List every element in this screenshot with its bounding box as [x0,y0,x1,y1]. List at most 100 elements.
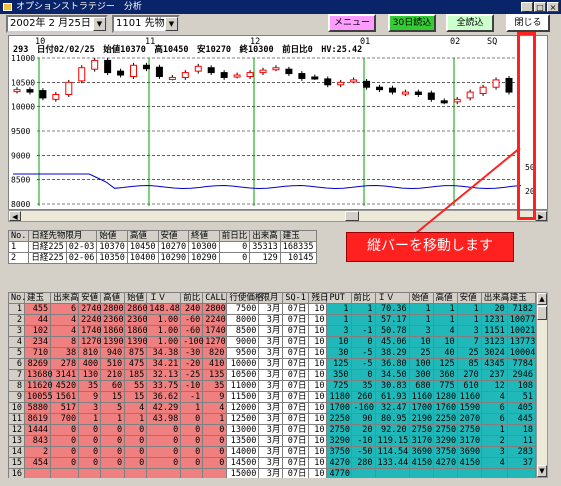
options-row[interactable]: 15 454 0 0 0 0 0 0 0 14500 3月 07日 10 4270 280 133.44 415… [8,457,536,469]
futures-column-header[interactable]: 出来高 [249,230,281,242]
options-row[interactable]: 7 13680 3141 130 210 185 32.13 -25 135 10500 3月 07日… [8,369,536,381]
futures-cell: 10450 [126,241,159,253]
options-cell: 10500 [226,369,260,381]
options-cell: 1 [180,402,204,414]
options-cell: 07日 [282,380,310,392]
options-cell [78,468,102,478]
options-row[interactable]: 14 2 0 0 0 0 0 0 0 14000 3月 07日 10 3750 -50 114.54 3690 3… [8,446,536,458]
options-column-header[interactable]: 高値 [432,292,458,304]
options-row[interactable]: 4 234 8 1270 1390 1390 1.00 -100 1270 9000 3月 07日 10… [8,336,536,348]
futures-column-header[interactable]: 安値 [157,230,190,242]
futures-row[interactable]: 1 日経225 02-03 10370 10450 10270 10300 0 35313 168… [7,241,317,253]
options-row[interactable]: 3 102 4 1740 1860 1860 1.00 -60 1740 8500 3月 07日 10 3… [8,325,536,337]
options-cell: 3170 [408,435,434,447]
options-column-header[interactable]: 前比 [350,292,376,304]
options-cell: 4 [480,391,508,403]
options-cell: 10 [308,358,328,370]
options-cell: 0 [100,457,126,469]
options-row[interactable]: 9 10055 1561 9 15 15 36.62 -1 9 11500 3月 07日 10 1180 2… [8,391,536,403]
options-cell: 3月 [258,325,284,337]
options-column-header[interactable]: ＩＶ [374,292,410,304]
futures-column-header[interactable]: 前日比 [218,230,251,242]
futures-cell: 10400 [126,252,159,264]
futures-row[interactable]: 2 日経225 02-06 10350 10400 10290 10290 0 129 10145 [7,252,317,264]
options-row[interactable]: 8 11620 4520 35 60 55 33.75 -10 35 11000 3月 07日 10 72… [8,380,536,392]
futures-cell: 35313 [249,241,281,253]
options-column-header[interactable]: 出来高 [480,292,509,304]
options-row[interactable]: 2 44 4 2240 2360 2360 1.00 -60 2240 8000 3月 07日 10 1 1… [8,314,536,326]
scroll-down-arrow[interactable]: ▼ [537,465,547,477]
options-cell: 0 [78,424,102,436]
options-column-header[interactable]: 安値 [456,292,482,304]
options-column-header[interactable]: 始値 [408,292,434,304]
options-cell: 4770 [326,468,352,478]
options-cell: 10 [308,325,328,337]
options-cell: 20 [480,303,508,315]
options-column-header[interactable]: 出来高 [50,292,80,304]
options-column-header[interactable]: SQ-1 [282,292,310,304]
options-row[interactable]: 6 8269 278 400 510 475 34.21 -20 410 10000 3月 07日 10… [8,358,536,370]
options-row[interactable]: 11 8619 700 1 1 1 43.98 0 1 12500 3月 07日 10 2250 90 80.… [8,413,536,425]
options-row[interactable]: 13 843 0 0 0 0 0 0 0 13500 3月 07日 10 3290 -10 119.15 317… [8,435,536,447]
options-column-header[interactable]: 安値 [78,292,102,304]
options-cell: 3123 [480,336,508,348]
options-column-header[interactable]: 前比 [180,292,204,304]
options-vertical-scrollbar[interactable]: ▲ ▼ [536,292,548,478]
futures-column-header[interactable]: 日経先物限月 [28,230,98,242]
options-cell: -5 [350,358,376,370]
options-cell: 445 [506,413,536,425]
options-cell: 510 [100,358,126,370]
options-cell [408,468,434,478]
options-column-header[interactable]: CALL [202,292,228,304]
options-cell: 1 [350,303,376,315]
options-cell: 12 [480,380,508,392]
futures-column-header[interactable]: 終値 [188,230,220,242]
options-cell: 1700 [408,402,434,414]
futures-cell: 0 [218,241,251,253]
futures-cell: 168335 [279,241,317,253]
options-cell: 2240 [78,314,102,326]
scroll-up-arrow[interactable]: ▲ [537,293,547,305]
options-row[interactable]: 10 5880 517 3 5 4 42.29 1 4 12000 3月 07日 10 1700 -160 3… [8,402,536,414]
options-column-header[interactable]: 始値 [124,292,148,304]
options-cell: 454 [24,457,52,469]
options-cell: 11 [8,413,26,425]
options-cell: 44 [24,314,52,326]
options-cell: 10077 [506,314,536,326]
options-cell: 10 [308,435,328,447]
options-column-header[interactable]: 高値 [100,292,126,304]
futures-column-header[interactable]: No. [7,230,30,242]
options-cell: 10 [308,347,328,359]
options-row[interactable]: 12 1444 0 0 0 0 0 0 0 13000 3月 07日 10 2750 20 92.20 2750… [8,424,536,436]
futures-column-header[interactable]: 高値 [126,230,159,242]
options-cell: 57.17 [374,314,410,326]
options-cell: 07日 [282,369,310,381]
options-cell: 725 [326,380,352,392]
options-column-header[interactable]: 残日 [308,292,328,304]
options-column-header[interactable]: ＩＶ [146,292,182,304]
options-cell: 1 [8,303,26,315]
options-cell: 1 [456,303,482,315]
options-cell: 34.38 [146,347,182,359]
options-column-header[interactable]: No. [8,292,26,304]
options-cell: 4345 [480,358,508,370]
options-column-header[interactable]: 行使価格 [226,292,263,304]
options-row[interactable]: 1 455 6 2740 2800 2860 148.48 240 2800 7500 3月 07日 1… [8,303,536,315]
options-cell: 2360 [100,314,126,326]
options-column-header[interactable]: 建玉 [506,292,536,304]
options-row[interactable]: 16 15000 3月 07日 10 4770 [8,468,536,478]
scroll-thumb[interactable] [537,306,547,320]
futures-cell: 02-03 [65,241,98,253]
options-cell: 14500 [226,457,260,469]
futures-column-header[interactable]: 建玉 [279,230,317,242]
options-column-header[interactable]: 建玉 [24,292,52,304]
futures-column-header[interactable]: 始値 [96,230,128,242]
options-cell: 25 [456,347,482,359]
options-cell: 38 [50,347,80,359]
futures-cell: 10145 [279,252,317,264]
futures-cell: 0 [218,252,251,264]
options-column-header[interactable]: PUT [326,292,352,304]
options-column-header[interactable]: 限月 [258,292,284,304]
options-cell: 1590 [456,402,482,414]
options-row[interactable]: 5 710 38 810 940 875 34.38 -30 820 9500 3月 07日 10 30-… [8,347,536,359]
